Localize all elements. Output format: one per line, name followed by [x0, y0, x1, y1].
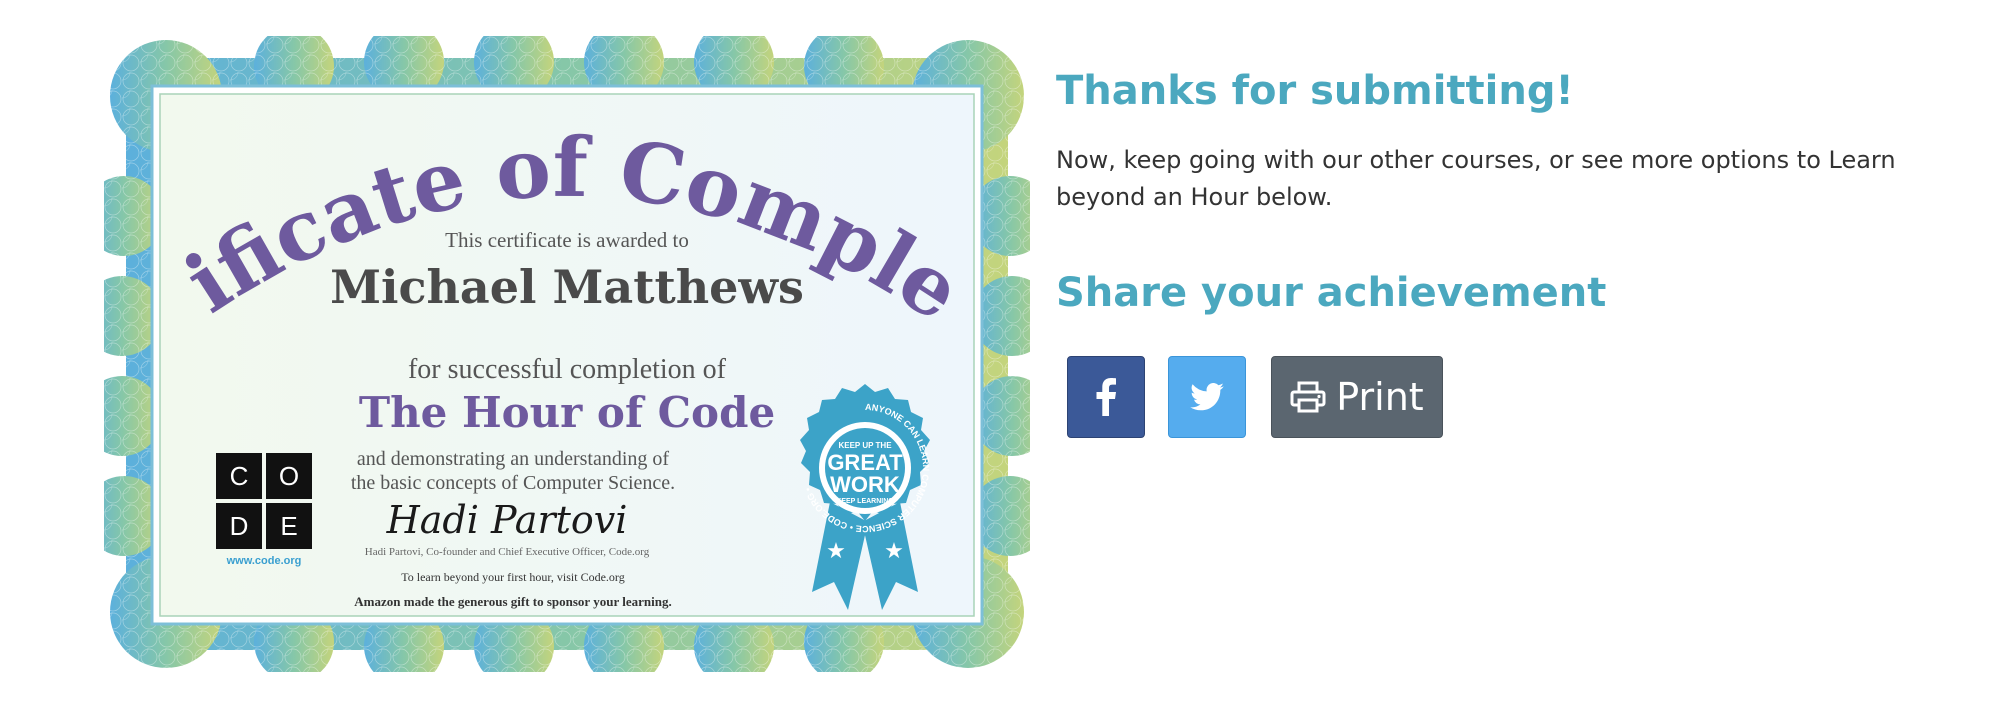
- badge-work-text: WORK: [830, 472, 900, 497]
- star-icon: ★: [826, 539, 846, 564]
- certificate-image: Certificate of Completion This certifica…: [104, 36, 1030, 672]
- share-heading: Share your achievement: [1056, 270, 1607, 316]
- great-work-badge: ★ ★ ANYONE CAN LEARN COMPUTER SCIENCE • …: [800, 384, 931, 610]
- thanks-heading: Thanks for submitting!: [1056, 68, 1574, 114]
- logo-letter: C: [216, 453, 262, 499]
- print-button[interactable]: Print: [1271, 356, 1443, 438]
- logo-letter: E: [266, 503, 312, 549]
- star-icon: ★: [884, 539, 904, 564]
- badge-top-text: KEEP UP THE: [838, 441, 892, 450]
- facebook-share-button[interactable]: [1067, 356, 1145, 438]
- print-label: Print: [1336, 375, 1424, 419]
- awarded-line: This certificate is awarded to: [445, 228, 689, 252]
- twitter-icon: [1190, 383, 1224, 411]
- next-steps-text: Now, keep going with our other courses, …: [1056, 146, 1896, 211]
- recipient-name: Michael Matthews: [330, 260, 804, 314]
- share-buttons: Print: [1067, 356, 1443, 438]
- twitter-share-button[interactable]: [1168, 356, 1246, 438]
- badge-bottom-text: KEEP LEARNING: [836, 498, 894, 505]
- code-org-logo: C O D E www.code.org: [216, 453, 312, 567]
- logo-letter: D: [216, 503, 262, 549]
- logo-url: www.code.org: [226, 555, 302, 567]
- facebook-icon: [1096, 378, 1116, 416]
- printer-icon: [1290, 381, 1326, 413]
- logo-letter: O: [266, 453, 312, 499]
